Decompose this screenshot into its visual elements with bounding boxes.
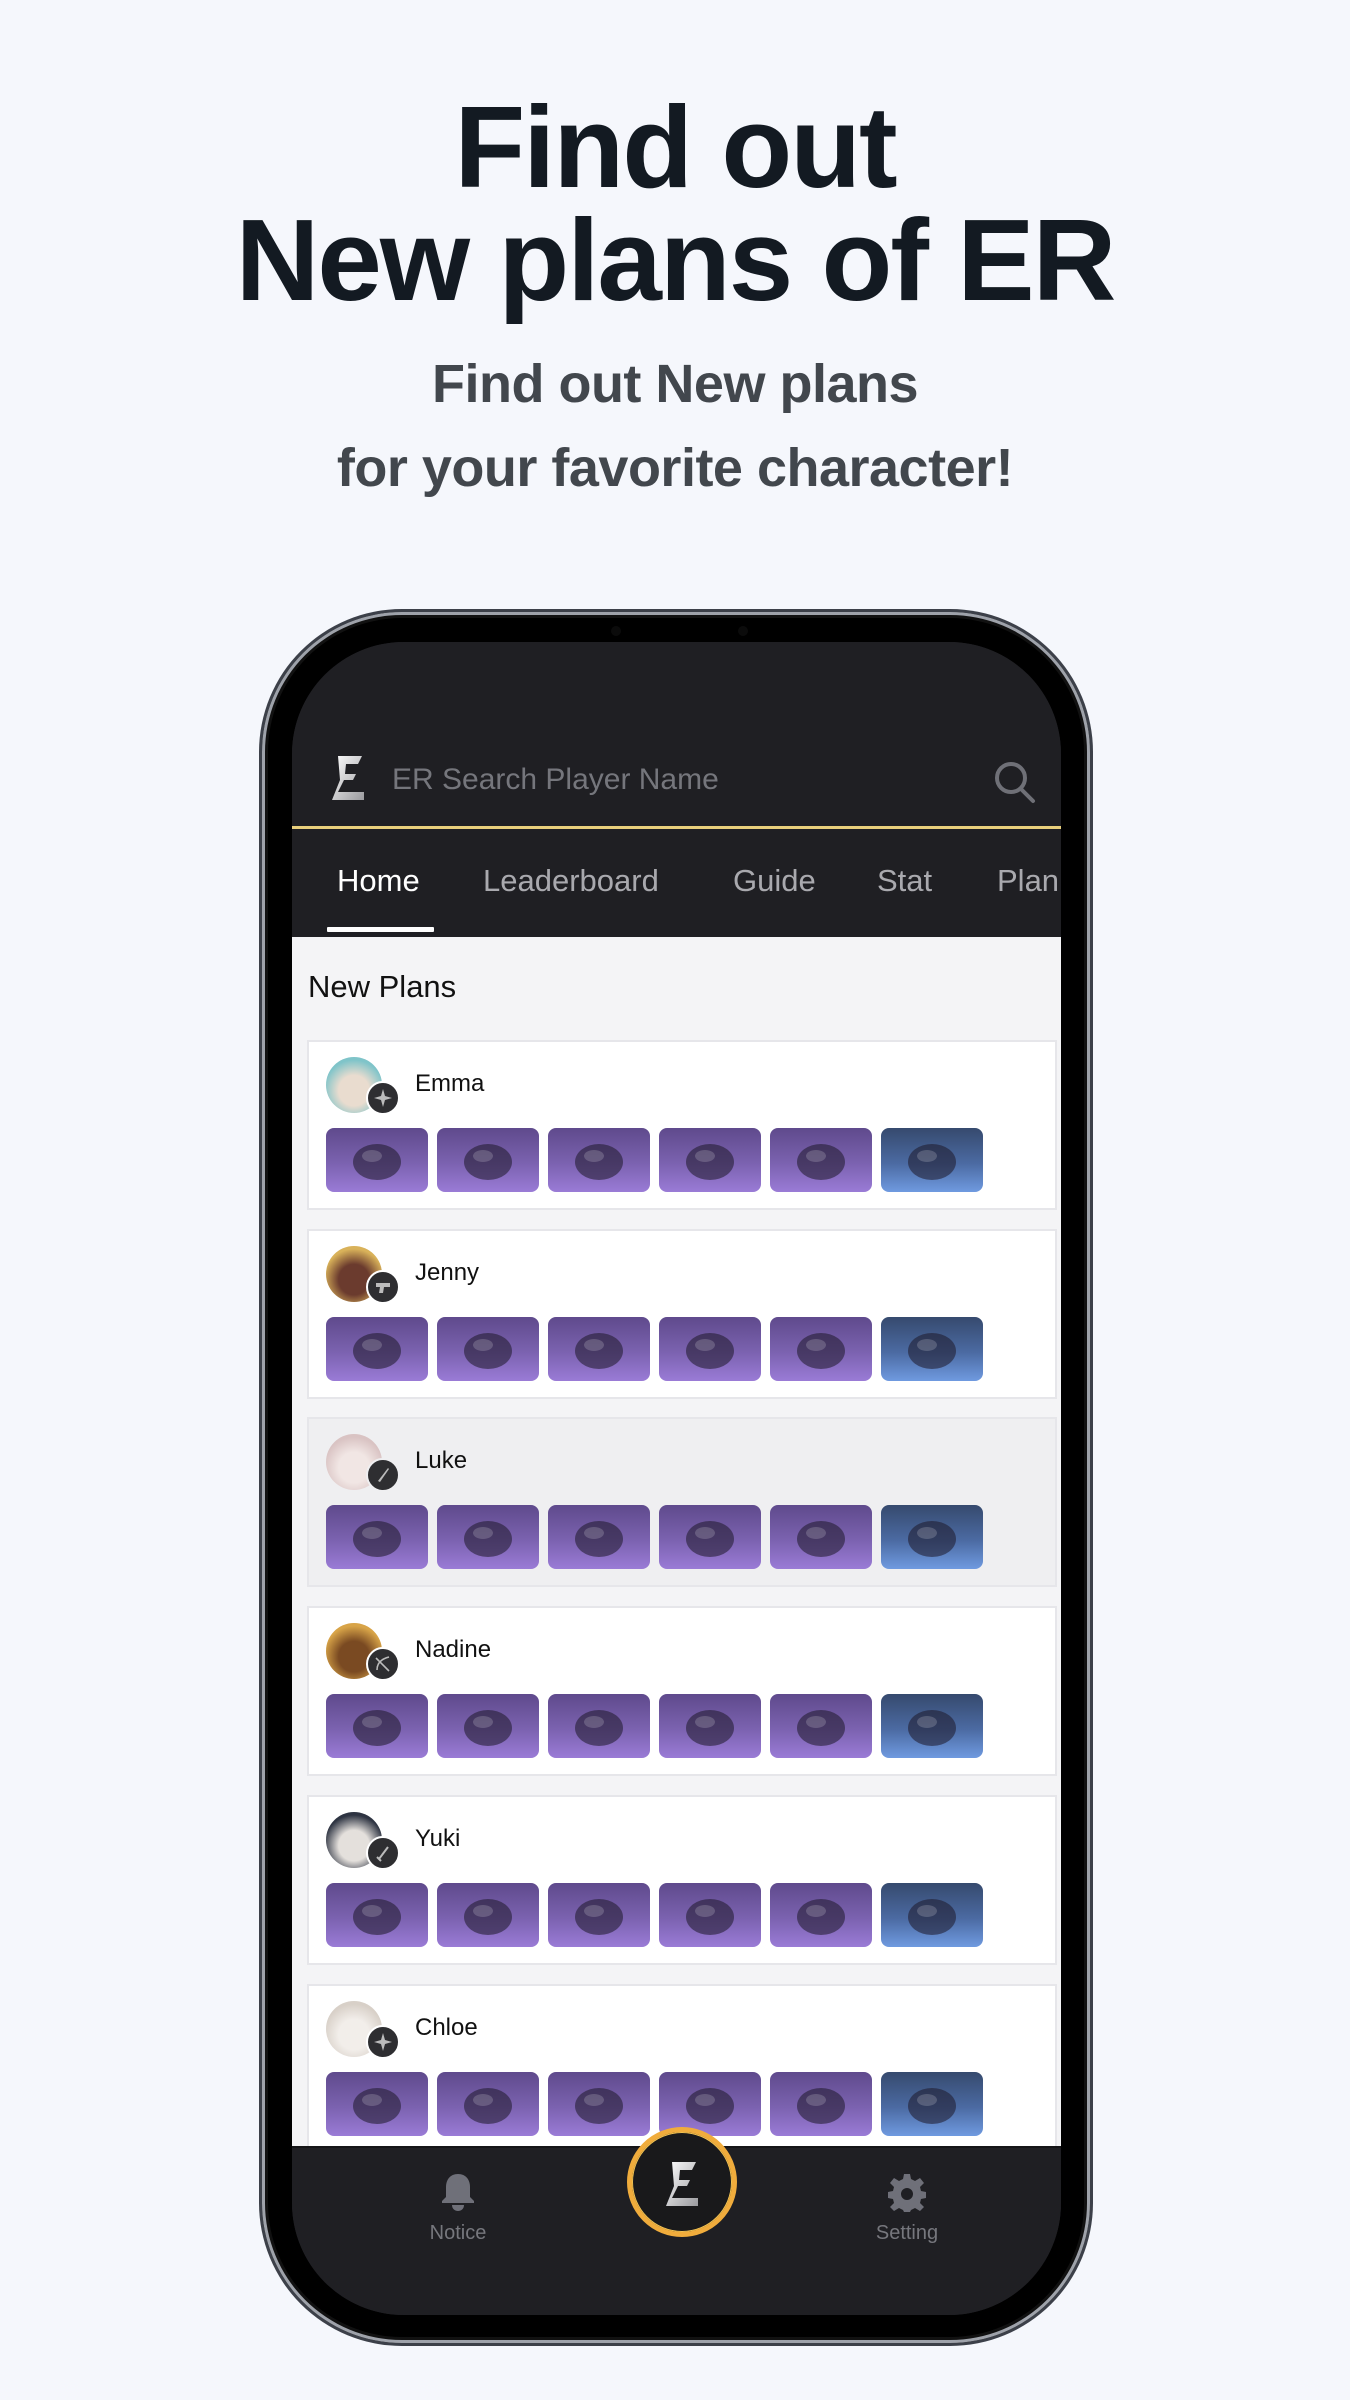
item-winged-helm-icon[interactable] — [548, 1505, 650, 1570]
phone-screen: Home Leaderboard Guide Stat Plan New Pla… — [292, 642, 1061, 2315]
item-derringer-icon[interactable] — [326, 1316, 428, 1381]
item-glove-icon[interactable] — [437, 1505, 539, 1570]
item-red-orb-icon[interactable] — [881, 1505, 983, 1570]
front-camera — [611, 626, 621, 636]
two-handed-sword-weapon-icon — [366, 1835, 400, 1870]
item-feather-trinket-icon[interactable] — [881, 1316, 983, 1381]
dagger-weapon-icon — [366, 1458, 400, 1493]
bell-icon — [442, 2174, 474, 2211]
headline-line-1: Find out — [454, 82, 897, 212]
plan-card-emma[interactable]: Emma — [307, 1040, 1057, 1210]
item-radar-icon[interactable] — [659, 1694, 761, 1759]
gear-icon — [888, 2174, 926, 2212]
er-logo-icon — [666, 2162, 698, 2206]
active-tab-indicator — [327, 927, 434, 932]
item-blue-coat-icon[interactable] — [437, 1694, 539, 1759]
item-sneakers-icon[interactable] — [770, 1505, 872, 1570]
item-tarot-card-icon[interactable] — [326, 2071, 428, 2136]
item-crossbow-icon[interactable] — [326, 1694, 428, 1759]
item-scroll-icon[interactable] — [326, 1128, 428, 1192]
plan-card-jenny[interactable]: Jenny — [307, 1228, 1057, 1399]
section-title: New Plans — [308, 969, 457, 1004]
item-radar-icon[interactable] — [659, 2071, 761, 2136]
character-name: Chloe — [415, 2013, 478, 2041]
item-blade-icon[interactable] — [326, 1505, 428, 1570]
item-tiara-icon[interactable] — [548, 1882, 650, 1947]
tab-leaderboard[interactable]: Leaderboard — [483, 863, 659, 899]
home-center-button[interactable] — [627, 2127, 737, 2237]
pistol-weapon-icon — [366, 1269, 400, 1304]
character-name: Luke — [415, 1447, 468, 1475]
shuriken-weapon-icon — [366, 2024, 400, 2059]
item-ring-icon[interactable] — [659, 1882, 761, 1947]
tab-bar: Home Leaderboard Guide Stat Plan — [292, 829, 1061, 937]
item-crown-icon[interactable] — [548, 1316, 650, 1381]
character-name: Emma — [415, 1070, 485, 1097]
item-tiara-icon[interactable] — [548, 2071, 650, 2136]
item-boots-icon[interactable] — [770, 1128, 872, 1192]
item-white-boots-icon[interactable] — [770, 2071, 872, 2136]
plan-card-nadine[interactable]: Nadine — [307, 1606, 1057, 1777]
headline-line-2: New plans of ER — [235, 195, 1117, 325]
nav-setting[interactable]: Setting — [807, 2148, 1007, 2268]
nav-setting-label: Setting — [875, 2222, 939, 2244]
plan-card-chloe[interactable]: Chloe — [307, 1983, 1057, 2146]
tab-plan[interactable]: Plan — [997, 863, 1059, 899]
item-branch-icon[interactable] — [659, 1505, 761, 1570]
item-dark-boots-icon[interactable] — [770, 1694, 872, 1759]
phone-frame: Home Leaderboard Guide Stat Plan New Pla… — [262, 612, 1090, 2343]
item-sword-trinket-icon[interactable] — [881, 1128, 983, 1192]
plan-card-luke[interactable]: Luke — [307, 1417, 1057, 1588]
search-icon[interactable] — [992, 759, 1038, 805]
item-sword-icon[interactable] — [326, 1882, 428, 1947]
item-jacket-icon[interactable] — [437, 1128, 539, 1192]
character-name: Jenny — [415, 1258, 480, 1286]
item-quiver-icon[interactable] — [881, 2071, 983, 2136]
content-area[interactable]: New Plans Emma Jenny Luke Nadine Yuki Chloe — [292, 937, 1061, 2146]
shuriken-weapon-icon — [366, 1081, 400, 1115]
subtitle-line-2: for your favorite character! — [336, 438, 1014, 498]
nav-notice[interactable]: Notice — [358, 2148, 558, 2268]
sensor — [738, 626, 748, 636]
item-blue-coat-icon[interactable] — [437, 2071, 539, 2136]
character-name: Yuki — [415, 1824, 461, 1852]
item-white-boots-icon[interactable] — [770, 1316, 872, 1381]
subtitle-line-1: Find out New plans — [432, 354, 919, 414]
nav-notice-label: Notice — [429, 2222, 487, 2244]
item-leather-vest-icon[interactable] — [437, 1882, 539, 1947]
item-bracelet-icon[interactable] — [659, 1316, 761, 1381]
item-brown-boots-icon[interactable] — [770, 1882, 872, 1947]
item-combat-helmet-icon[interactable] — [548, 1694, 650, 1759]
er-logo-icon — [332, 756, 364, 800]
item-medal-icon[interactable] — [881, 1882, 983, 1947]
tab-guide[interactable]: Guide — [733, 863, 816, 899]
item-medal-icon[interactable] — [881, 1694, 983, 1759]
plan-card-yuki[interactable]: Yuki — [307, 1794, 1057, 1965]
tab-stat[interactable]: Stat — [877, 863, 932, 899]
player-search-input[interactable] — [392, 760, 912, 800]
crossbow-weapon-icon — [366, 1647, 400, 1682]
item-cloak-icon[interactable] — [437, 1316, 539, 1381]
character-name: Nadine — [415, 1636, 492, 1664]
tab-home[interactable]: Home — [337, 863, 420, 899]
search-header — [292, 642, 1061, 826]
item-helmet-icon[interactable] — [548, 1128, 650, 1192]
item-armlet-icon[interactable] — [659, 1128, 761, 1192]
